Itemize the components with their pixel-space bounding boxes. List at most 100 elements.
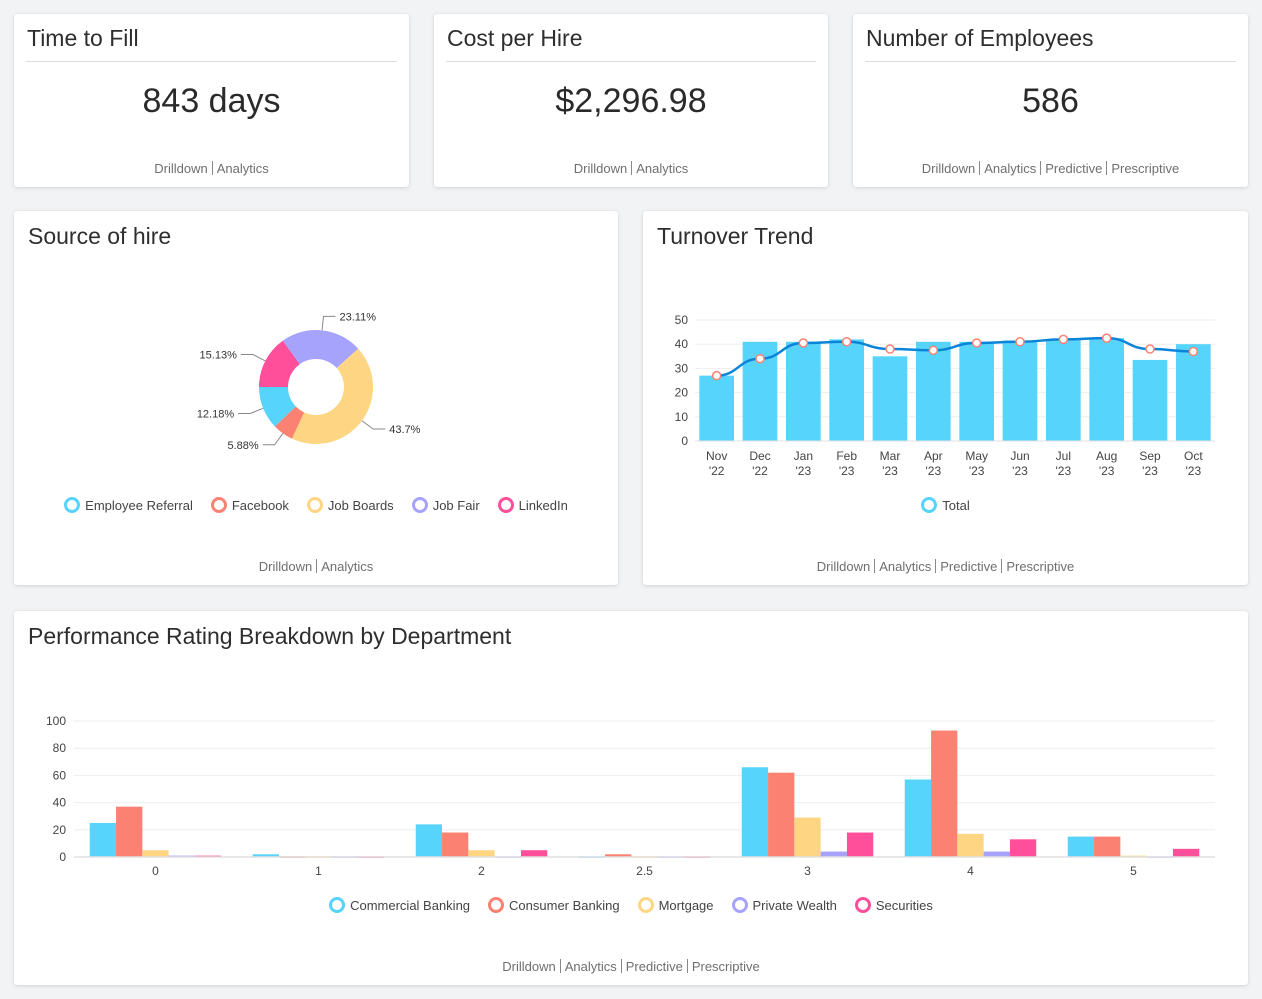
bar-private-wealth-4[interactable] <box>983 851 1010 857</box>
bar-apr-23[interactable] <box>916 341 951 441</box>
bar-jul-23[interactable] <box>1046 339 1081 441</box>
x-tick-label: Apr '23 <box>924 449 943 478</box>
legend-marker-icon <box>731 897 748 913</box>
legend-item-securities[interactable]: Securities <box>854 897 933 913</box>
bar-commercial-banking-3[interactable] <box>741 767 769 857</box>
link-drilldown[interactable]: Drilldown <box>498 959 559 974</box>
source-of-hire-card: Source of hire 15.13% 23.11% 43.7% 5.88% 12.… <box>14 211 618 585</box>
x-tick-label: Nov '22 <box>706 449 727 478</box>
bar-securities-2[interactable] <box>520 850 548 857</box>
bar-mortgage-4[interactable] <box>957 833 984 857</box>
trend-point-apr-23[interactable] <box>928 345 939 355</box>
link-drilldown[interactable]: Drilldown <box>813 559 874 574</box>
divider <box>26 61 397 62</box>
trend-point-oct-23[interactable] <box>1188 346 1199 357</box>
kpi-value: 586 <box>1022 82 1079 120</box>
legend-item-commercial-banking[interactable]: Commercial Banking <box>329 897 470 913</box>
bar-mortgage-0[interactable] <box>142 850 169 857</box>
legend-label: Job Fair <box>432 497 480 513</box>
trend-point-nov-22[interactable] <box>711 370 722 381</box>
link-drilldown[interactable]: Drilldown <box>255 559 316 574</box>
legend-item-facebook[interactable]: Facebook <box>210 497 289 513</box>
bar-consumer-banking-0[interactable] <box>116 806 143 857</box>
link-analytics[interactable]: Analytics <box>213 161 273 176</box>
bar-securities-3[interactable] <box>846 832 874 857</box>
bar-may-23[interactable] <box>959 341 994 441</box>
link-predictive[interactable]: Predictive <box>1041 161 1106 176</box>
x-tick-label: 4 <box>967 864 974 878</box>
kpi-title: Time to Fill <box>27 25 139 51</box>
x-tick-label: Mar '23 <box>880 449 901 478</box>
link-analytics[interactable]: Analytics <box>632 161 692 176</box>
link-prescriptive[interactable]: Prescriptive <box>1002 559 1078 574</box>
link-drilldown[interactable]: Drilldown <box>150 161 211 176</box>
bar-jan-23[interactable] <box>786 341 821 441</box>
card-links: Drilldown Analytics Predictive Prescriptive <box>643 559 1248 574</box>
y-tick-label: 50 <box>675 313 689 327</box>
legend-marker-icon <box>921 497 938 513</box>
legend-item-total[interactable]: Total <box>921 497 970 513</box>
bar-private-wealth-3[interactable] <box>820 851 847 857</box>
bar-commercial-banking-2[interactable] <box>415 824 443 857</box>
legend-item-mortgage[interactable]: Mortgage <box>637 897 714 913</box>
trend-point-sep-23[interactable] <box>1145 344 1155 354</box>
trend-point-jan-23[interactable] <box>798 338 809 348</box>
label-connector <box>240 354 266 362</box>
trend-point-jul-23[interactable] <box>1058 334 1069 345</box>
bar-consumer-banking-3[interactable] <box>768 772 795 857</box>
turnover-trend-card: Turnover Trend 0 10 20 30 40 50 Nov '22 Dec '22 Ja… <box>643 211 1248 585</box>
bar-mortgage-3[interactable] <box>794 817 821 857</box>
trend-point-jun-23[interactable] <box>1015 337 1025 347</box>
bar-jun-23[interactable] <box>1002 340 1038 441</box>
trend-point-dec-22[interactable] <box>755 353 765 364</box>
link-drilldown[interactable]: Drilldown <box>570 161 631 176</box>
bar-sep-23[interactable] <box>1132 359 1168 441</box>
trend-point-mar-23[interactable] <box>885 344 895 354</box>
slice-label: 43.7% <box>389 424 420 436</box>
slice-label: 12.18% <box>197 409 235 421</box>
performance-chart: 0 20 40 60 80 100 0 1 2 2.5 3 4 5 <box>46 714 1215 878</box>
card-links: Drilldown Analytics <box>434 161 828 176</box>
trend-point-feb-23[interactable] <box>841 337 852 347</box>
legend-item-employee-referral[interactable]: Employee Referral <box>64 497 193 513</box>
label-connector <box>321 315 336 331</box>
link-predictive[interactable]: Predictive <box>622 959 687 974</box>
bar-consumer-banking-5[interactable] <box>1094 836 1121 857</box>
x-tick-label: Jan '23 <box>794 449 813 478</box>
kpi-card-time-to-fill: Time to Fill 843 days Drilldown Analytics <box>14 14 409 187</box>
bar-consumer-banking-2[interactable] <box>442 832 469 857</box>
legend-item-consumer-banking[interactable]: Consumer Banking <box>488 897 620 913</box>
divider <box>446 61 816 62</box>
chart-title: Source of hire <box>28 223 172 249</box>
bar-nov-22[interactable] <box>699 375 734 441</box>
label-connector <box>262 433 284 446</box>
bar-mortgage-2[interactable] <box>468 850 495 857</box>
bar-securities-5[interactable] <box>1172 848 1200 857</box>
link-analytics[interactable]: Analytics <box>980 161 1040 176</box>
link-drilldown[interactable]: Drilldown <box>918 161 979 176</box>
legend-item-linkedin[interactable]: LinkedIn <box>497 497 568 513</box>
bar-consumer-banking-4[interactable] <box>931 730 958 857</box>
trend-point-aug-23[interactable] <box>1101 333 1112 343</box>
bar-feb-23[interactable] <box>829 339 864 441</box>
bar-oct-23[interactable] <box>1176 344 1211 441</box>
y-tick-label: 0 <box>59 850 66 864</box>
legend-item-private-wealth[interactable]: Private Wealth <box>731 897 837 913</box>
legend-item-job-boards[interactable]: Job Boards <box>306 497 394 513</box>
bar-commercial-banking-4[interactable] <box>904 779 932 857</box>
link-prescriptive[interactable]: Prescriptive <box>1107 161 1183 176</box>
link-prescriptive[interactable]: Prescriptive <box>688 959 764 974</box>
link-predictive[interactable]: Predictive <box>936 559 1001 574</box>
link-analytics[interactable]: Analytics <box>875 559 935 574</box>
bar-mar-23[interactable] <box>872 356 908 441</box>
bar-securities-4[interactable] <box>1009 839 1037 857</box>
link-analytics[interactable]: Analytics <box>317 559 377 574</box>
trend-point-may-23[interactable] <box>971 338 982 348</box>
link-analytics[interactable]: Analytics <box>561 959 621 974</box>
legend-item-job-fair[interactable]: Job Fair <box>411 497 480 513</box>
turnover-legend: Total <box>643 497 1248 516</box>
bar-commercial-banking-0[interactable] <box>89 823 117 857</box>
kpi-title: Number of Employees <box>866 25 1094 51</box>
bar-aug-23[interactable] <box>1089 338 1124 441</box>
bar-commercial-banking-5[interactable] <box>1067 836 1095 857</box>
